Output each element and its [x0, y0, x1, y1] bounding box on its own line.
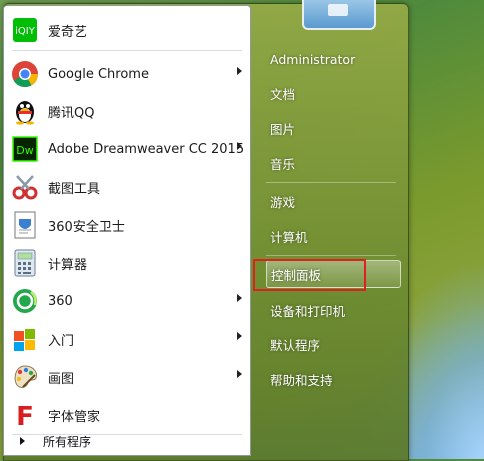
right-item-pictures[interactable]: 图片 [266, 114, 401, 142]
program-item-qq[interactable]: 腾讯QQ [6, 93, 248, 129]
right-item-help-support[interactable]: 帮助和支持 [266, 365, 401, 393]
program-item-calculator[interactable]: 计算器 [6, 245, 248, 281]
paint-palette-icon [10, 362, 40, 392]
programs-pane: iQIY 爱奇艺 Google Chrome 腾讯QQ Dw Adobe Dre… [3, 5, 251, 456]
right-item-documents[interactable]: 文档 [266, 79, 401, 107]
right-item-devices-printers[interactable]: 设备和打印机 [266, 296, 401, 324]
submenu-arrow-icon[interactable] [237, 332, 242, 340]
program-label: Adobe Dreamweaver CC 2015 [48, 141, 245, 157]
right-item-label: 游戏 [270, 194, 296, 210]
program-label: 截图工具 [48, 181, 101, 197]
chrome-icon [10, 59, 40, 89]
right-item-label: 帮助和支持 [270, 372, 333, 388]
program-item-font-manager[interactable]: F 字体管家 [6, 397, 248, 433]
right-item-label: 计算机 [270, 229, 308, 245]
right-item-label: 设备和打印机 [270, 303, 346, 319]
all-programs-button[interactable]: 所有程序 [6, 429, 246, 453]
program-label: 入门 [48, 333, 75, 349]
user-picture[interactable] [302, 0, 376, 30]
program-label: 字体管家 [48, 409, 101, 425]
divider [266, 182, 396, 183]
submenu-arrow-icon[interactable] [237, 67, 242, 75]
getting-started-icon [10, 324, 40, 354]
program-label: 计算器 [48, 257, 88, 273]
right-item-games[interactable]: 游戏 [266, 187, 401, 215]
program-item-getting-started[interactable]: 入门 [6, 321, 248, 357]
program-item-chrome[interactable]: Google Chrome [6, 56, 248, 92]
svg-text:Dw: Dw [16, 144, 33, 157]
program-label: 360 [48, 293, 73, 309]
program-label: 爱奇艺 [48, 24, 88, 40]
right-item-music[interactable]: 音乐 [266, 149, 401, 177]
svg-text:iQIY: iQIY [15, 26, 36, 37]
calculator-icon [10, 248, 40, 278]
right-item-label: 音乐 [270, 156, 296, 172]
submenu-arrow-icon[interactable] [237, 370, 242, 378]
program-item-360-safe[interactable]: 360安全卫士 [6, 207, 248, 243]
divider [12, 50, 242, 51]
qq-penguin-icon [10, 96, 40, 126]
program-label: Google Chrome [48, 66, 149, 82]
right-item-label: 默认程序 [270, 337, 321, 353]
scissors-icon [10, 172, 40, 202]
right-item-computer[interactable]: 计算机 [266, 222, 401, 250]
right-item-label: Administrator [270, 51, 356, 67]
font-manager-icon: F [10, 400, 40, 430]
submenu-arrow-icon[interactable] [237, 142, 242, 150]
all-programs-label: 所有程序 [43, 434, 92, 449]
dreamweaver-icon: Dw [10, 134, 40, 164]
program-item-dreamweaver[interactable]: Dw Adobe Dreamweaver CC 2015 [6, 131, 248, 167]
program-item-iqiyi[interactable]: iQIY 爱奇艺 [6, 12, 248, 48]
program-item-paint[interactable]: 画图 [6, 359, 248, 395]
iqiyi-icon: iQIY [10, 15, 40, 45]
program-item-snipping-tool[interactable]: 截图工具 [6, 169, 248, 205]
right-item-default-programs[interactable]: 默认程序 [266, 330, 401, 358]
360-safe-icon [10, 210, 40, 240]
expand-arrow-icon [20, 437, 25, 445]
program-item-360[interactable]: 360 [6, 283, 248, 319]
highlight-box [253, 259, 366, 291]
program-label: 360安全卫士 [48, 219, 125, 235]
360-icon [10, 286, 40, 316]
program-label: 腾讯QQ [48, 105, 95, 121]
right-item-administrator[interactable]: Administrator [266, 45, 401, 73]
divider [266, 255, 396, 256]
svg-text:F: F [16, 402, 34, 429]
right-item-label: 图片 [270, 121, 296, 137]
right-item-label: 文档 [270, 86, 296, 102]
program-label: 画图 [48, 371, 75, 387]
submenu-arrow-icon[interactable] [237, 294, 242, 302]
